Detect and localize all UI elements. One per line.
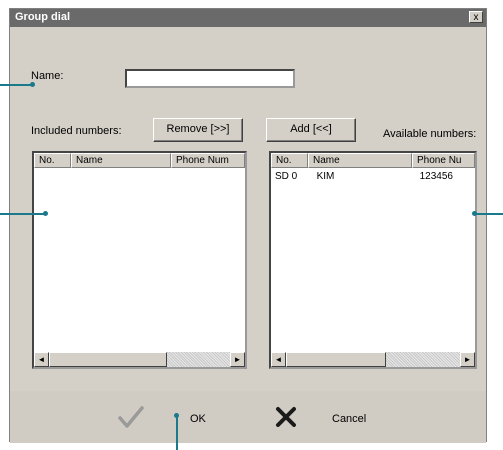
remove-button[interactable]: Remove [>>]	[153, 118, 243, 142]
available-list-header: No. Name Phone Nu	[271, 153, 475, 168]
entry-phone: 123456	[419, 171, 453, 182]
callout-available-dot	[472, 211, 477, 216]
column-header-name[interactable]: Name	[308, 153, 412, 168]
scroll-thumb[interactable]	[49, 352, 167, 367]
column-header-no[interactable]: No.	[271, 153, 308, 168]
callout-name-line	[0, 84, 32, 86]
available-horizontal-scrollbar[interactable]: ◄ ►	[271, 352, 475, 367]
checkmark-icon[interactable]	[118, 405, 144, 429]
available-numbers-list[interactable]: No. Name Phone Nu SD 0 KIM 123456 ◄ ►	[269, 151, 477, 369]
scroll-left-button[interactable]: ◄	[271, 352, 286, 367]
cancel-button[interactable]: Cancel	[332, 413, 366, 425]
included-horizontal-scrollbar[interactable]: ◄ ►	[34, 352, 245, 367]
scroll-track[interactable]	[386, 352, 460, 367]
ok-button[interactable]: OK	[190, 413, 206, 425]
column-header-no[interactable]: No.	[34, 153, 71, 168]
name-label: Name:	[31, 70, 64, 82]
scroll-left-button[interactable]: ◄	[34, 352, 49, 367]
included-list-header: No. Name Phone Num	[34, 153, 245, 168]
window-title: Group dial	[15, 11, 70, 23]
callout-available-line	[474, 213, 503, 215]
title-bar: Group dial x	[10, 9, 486, 27]
callout-ok-dot	[174, 413, 179, 418]
entry-name: KIM	[316, 171, 335, 182]
scroll-track[interactable]	[167, 352, 230, 367]
scroll-right-button[interactable]: ►	[230, 352, 245, 367]
list-item[interactable]: SD 0 KIM 123456	[271, 170, 475, 184]
scroll-thumb[interactable]	[286, 352, 386, 367]
column-header-name[interactable]: Name	[71, 153, 171, 168]
scroll-right-button[interactable]: ►	[460, 352, 475, 367]
callout-name-dot	[30, 82, 35, 87]
dialog-button-area: OK Cancel	[10, 391, 486, 443]
included-numbers-list[interactable]: No. Name Phone Num ◄ ►	[32, 151, 247, 369]
entry-number: SD 0	[275, 171, 298, 182]
included-numbers-label: Included numbers:	[31, 125, 122, 137]
x-icon[interactable]	[274, 405, 298, 429]
name-input[interactable]	[125, 69, 295, 88]
available-numbers-label: Available numbers:	[383, 128, 477, 140]
callout-ok-line	[176, 415, 178, 450]
column-header-phone[interactable]: Phone Num	[171, 153, 245, 168]
callout-included-line	[0, 213, 45, 215]
add-button[interactable]: Add [<<]	[266, 118, 356, 142]
close-button[interactable]: x	[469, 11, 483, 23]
callout-included-dot	[43, 211, 48, 216]
column-header-phone[interactable]: Phone Nu	[412, 153, 475, 168]
group-dial-dialog: Group dial x Name: Included numbers: Rem…	[9, 8, 487, 443]
